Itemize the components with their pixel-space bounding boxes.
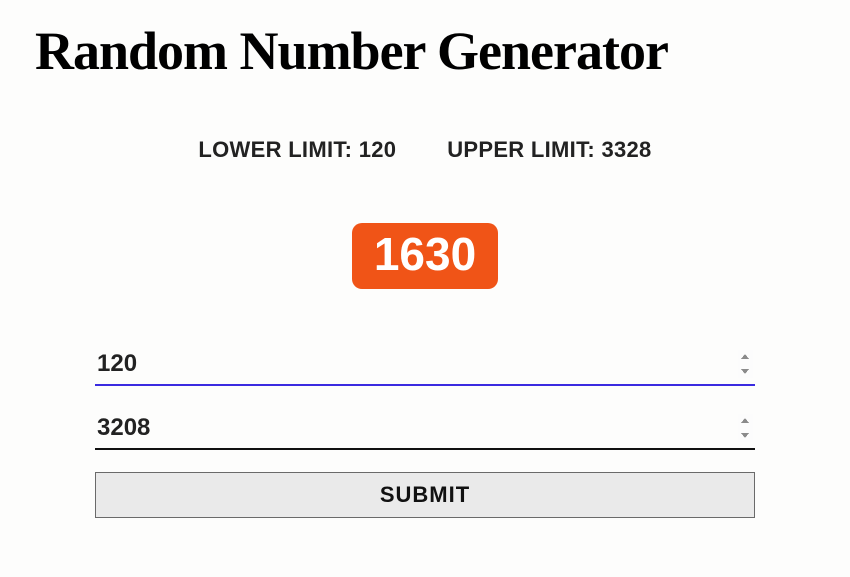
limits-display: LOWER LIMIT: 120 UPPER LIMIT: 3328 xyxy=(0,137,850,163)
submit-button[interactable]: SUBMIT xyxy=(95,472,755,518)
result-number: 1630 xyxy=(352,223,498,289)
app-container: Random Number Generator LOWER LIMIT: 120… xyxy=(0,0,850,518)
lower-limit-value: 120 xyxy=(359,137,397,162)
page-title: Random Number Generator xyxy=(0,20,850,82)
lower-limit-label: LOWER LIMIT: xyxy=(198,137,352,162)
upper-limit-value: 3328 xyxy=(601,137,651,162)
result-wrapper: 1630 xyxy=(0,223,850,289)
upper-limit-label: UPPER LIMIT: xyxy=(447,137,595,162)
form-area: SUBMIT xyxy=(95,344,755,518)
upper-limit-input[interactable] xyxy=(95,408,755,450)
lower-limit-input[interactable] xyxy=(95,344,755,386)
